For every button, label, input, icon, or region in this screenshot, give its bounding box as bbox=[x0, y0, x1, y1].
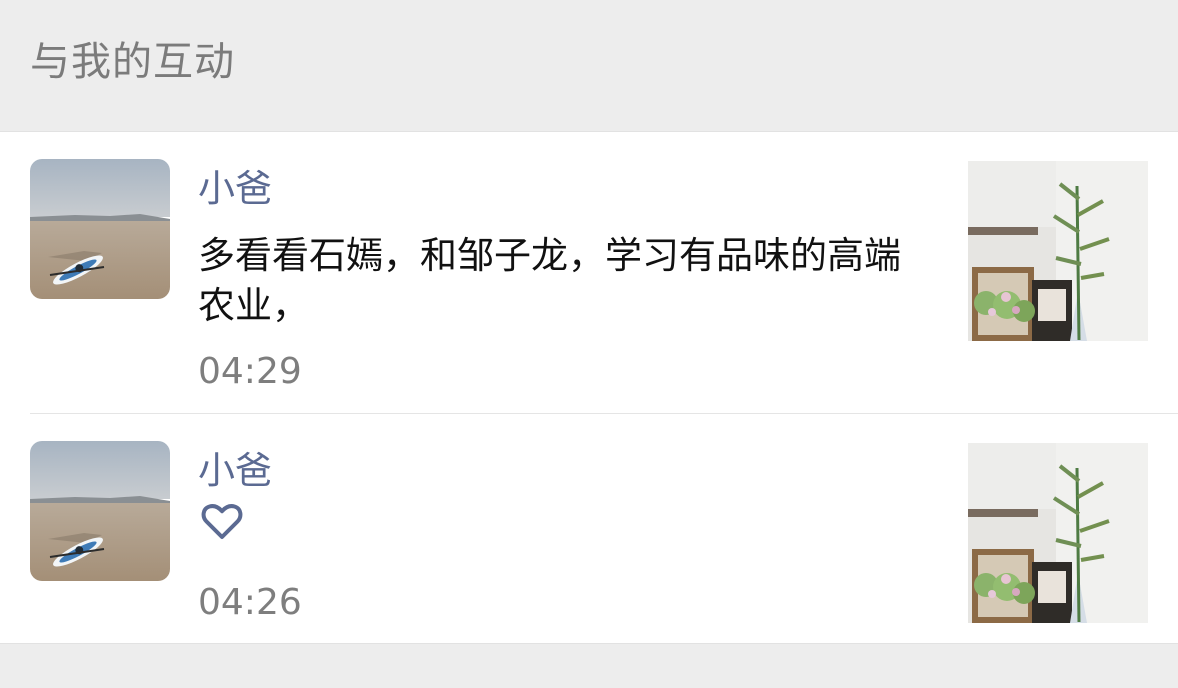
post-thumbnail[interactable] bbox=[968, 161, 1148, 341]
page-title: 与我的互动 bbox=[30, 39, 235, 85]
avatar[interactable] bbox=[30, 441, 170, 581]
avatar[interactable] bbox=[30, 159, 170, 299]
timestamp: 04:29 bbox=[198, 351, 302, 392]
sender-name[interactable]: 小爸 bbox=[198, 166, 272, 212]
interaction-list: 小爸 多看看石嫣，和邹子龙，学习有品味的高端农业， 04:29 小爸 04:26 bbox=[0, 131, 1178, 644]
sender-name[interactable]: 小爸 bbox=[198, 448, 272, 494]
list-item[interactable]: 小爸 04:26 bbox=[0, 414, 1178, 643]
page-header: 与我的互动 bbox=[0, 0, 1178, 131]
comment-text: 多看看石嫣，和邹子龙，学习有品味的高端农业， bbox=[198, 234, 901, 327]
list-item[interactable]: 小爸 多看看石嫣，和邹子龙，学习有品味的高端农业， 04:29 bbox=[0, 132, 1178, 413]
heart-icon bbox=[198, 497, 246, 545]
timestamp: 04:26 bbox=[198, 582, 302, 623]
post-thumbnail[interactable] bbox=[968, 443, 1148, 623]
